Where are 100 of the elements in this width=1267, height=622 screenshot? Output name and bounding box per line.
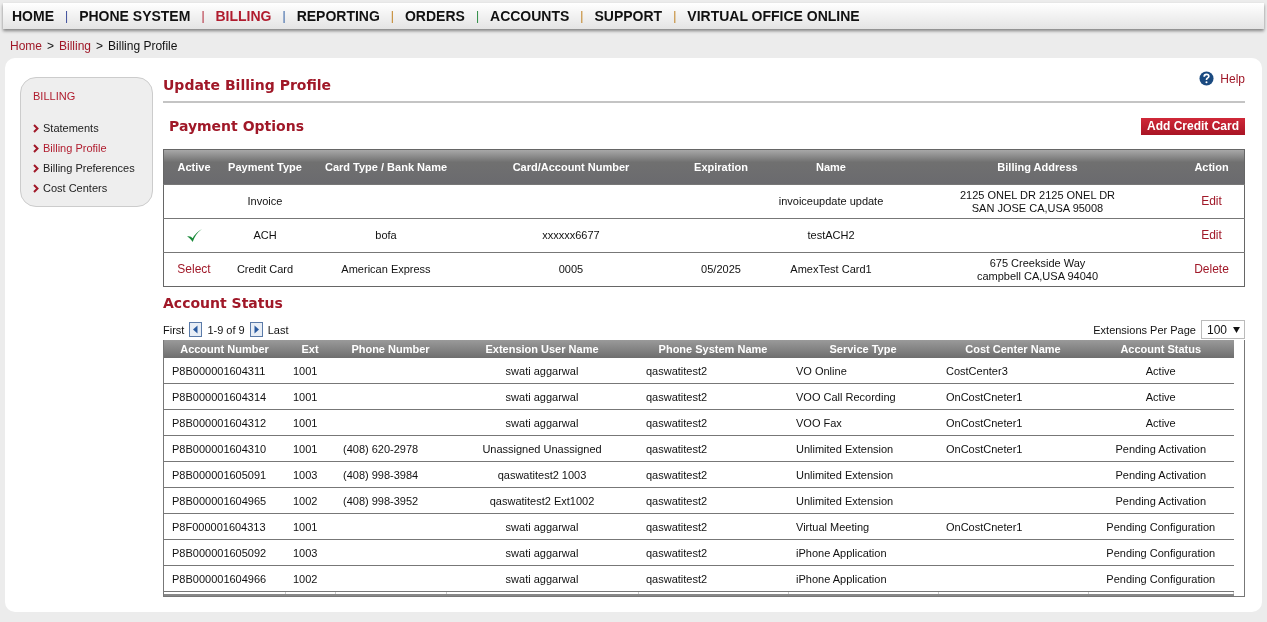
previous-page-icon[interactable] bbox=[189, 322, 203, 337]
address-line: campbell CA,USA 94040 bbox=[976, 269, 1099, 282]
address-line: 675 Creekside Way bbox=[989, 256, 1086, 269]
per-page-label: Extensions Per Page bbox=[1093, 323, 1196, 336]
column-header: Card/Account Number bbox=[512, 161, 630, 173]
column-header: Ext bbox=[301, 343, 319, 355]
table-cell: P8B000001604314 bbox=[172, 390, 267, 403]
nav-separator: | bbox=[580, 9, 584, 23]
page-title: Update Billing Profile bbox=[163, 77, 332, 93]
table-cell: 1003 bbox=[293, 546, 318, 559]
sidebar-title: BILLING bbox=[33, 90, 77, 102]
table-cell: 1003 bbox=[293, 468, 318, 481]
select-link[interactable]: Select bbox=[177, 261, 211, 276]
table-cell: 05/2025 bbox=[701, 263, 741, 276]
table-cell: 1002 bbox=[293, 494, 318, 507]
action-link[interactable]: Delete bbox=[1194, 261, 1229, 276]
per-page-dropdown[interactable]: 100 bbox=[1200, 320, 1245, 339]
table-cell: Pending Configuration bbox=[1106, 572, 1216, 585]
table-cell: OnCostCneter1 bbox=[946, 390, 1023, 403]
nav-item[interactable]: ACCOUNTS bbox=[490, 8, 570, 24]
table-cell: American Express bbox=[341, 263, 431, 276]
nav-item[interactable]: SUPPORT bbox=[594, 8, 663, 24]
breadcrumb-separator: > bbox=[96, 39, 104, 50]
table-cell: P8B000001604310 bbox=[172, 442, 267, 455]
caret-icon bbox=[1233, 326, 1240, 333]
add-credit-card-button[interactable]: Add Credit Card bbox=[1141, 117, 1245, 135]
sidebar-item[interactable]: Cost Centers bbox=[43, 182, 108, 194]
address-line: 2125 ONEL DR 2125 ONEL DR bbox=[959, 188, 1116, 201]
sidebar-item[interactable]: Billing Profile bbox=[43, 142, 107, 154]
next-page-icon[interactable] bbox=[249, 322, 263, 337]
column-header: Active bbox=[177, 161, 211, 173]
table-cell: xxxxxx6677 bbox=[542, 229, 600, 242]
nav-item[interactable]: ORDERS bbox=[405, 8, 465, 24]
column-header: Extension User Name bbox=[485, 343, 599, 355]
table-cell: testACH2 bbox=[807, 229, 855, 242]
column-header: Action bbox=[1194, 161, 1229, 173]
nav-item[interactable]: PHONE SYSTEM bbox=[79, 8, 191, 24]
action-link[interactable]: Edit bbox=[1201, 193, 1222, 208]
table-cell: qaswatitest2 bbox=[646, 442, 708, 455]
table-cell: VO Online bbox=[796, 364, 847, 377]
table-cell: qaswatitest2 bbox=[646, 364, 708, 377]
table-cell: (408) 998-3984 bbox=[343, 468, 419, 481]
table-cell: qaswatitest2 bbox=[646, 468, 708, 481]
table-cell: Active bbox=[1145, 364, 1176, 377]
nav-separator: | bbox=[673, 9, 677, 23]
table-cell: Unlimited Extension bbox=[796, 442, 894, 455]
table-cell: qaswatitest2 1003 bbox=[497, 468, 587, 481]
nav-separator: | bbox=[65, 9, 69, 23]
table-cell: swati aggarwal bbox=[505, 572, 579, 585]
table-cell: OnCostCneter1 bbox=[946, 442, 1023, 455]
table-cell: Active bbox=[1145, 416, 1176, 429]
table-cell: P8F000001604313 bbox=[172, 520, 266, 533]
table-cell: qaswatitest2 bbox=[646, 494, 708, 507]
column-header: Service Type bbox=[829, 343, 897, 355]
table-cell: iPhone Application bbox=[796, 572, 887, 585]
action-link[interactable]: Edit bbox=[1201, 227, 1222, 242]
table-cell: swati aggarwal bbox=[505, 416, 579, 429]
sidebar-item[interactable]: Statements bbox=[43, 122, 99, 134]
help-icon[interactable] bbox=[1199, 71, 1215, 86]
table-cell: Pending Activation bbox=[1115, 494, 1206, 507]
table-cell: bofa bbox=[375, 229, 397, 242]
table-cell: iPhone Application bbox=[796, 546, 887, 559]
nav-item[interactable]: VIRTUAL OFFICE ONLINE bbox=[687, 8, 860, 24]
page-range: 1-9 of 9 bbox=[207, 323, 245, 336]
table-cell: Unassigned Unassigned bbox=[482, 442, 602, 455]
table-cell: P8B000001604312 bbox=[172, 416, 267, 429]
table-cell: swati aggarwal bbox=[505, 364, 579, 377]
table-cell: (408) 998-3952 bbox=[343, 494, 419, 507]
table-cell: 1002 bbox=[293, 572, 318, 585]
table-cell: swati aggarwal bbox=[505, 390, 579, 403]
address-line: SAN JOSE CA,USA 95008 bbox=[971, 201, 1104, 214]
table-cell: 1001 bbox=[293, 364, 318, 377]
breadcrumb-link[interactable]: Home bbox=[10, 39, 42, 50]
column-header: Account Number bbox=[180, 343, 269, 355]
table-cell: P8B000001605092 bbox=[172, 546, 267, 559]
table-cell: Pending Configuration bbox=[1106, 520, 1216, 533]
table-cell: invoiceupdate update bbox=[778, 195, 884, 208]
column-header: Card Type / Bank Name bbox=[324, 161, 448, 173]
help-link[interactable]: Help bbox=[1220, 71, 1245, 86]
column-header: Phone System Name bbox=[658, 343, 768, 355]
last-link[interactable]: Last bbox=[267, 323, 289, 336]
table-cell: OnCostCneter1 bbox=[946, 416, 1023, 429]
table-cell: OnCostCneter1 bbox=[946, 520, 1023, 533]
section-title: Payment Options bbox=[168, 118, 304, 134]
column-header: Payment Type bbox=[228, 161, 302, 173]
table-cell: qaswatitest2 bbox=[646, 390, 708, 403]
table-cell: Credit Card bbox=[236, 263, 294, 276]
column-header: Name bbox=[816, 161, 846, 173]
sidebar-item[interactable]: Billing Preferences bbox=[43, 162, 135, 174]
nav-item[interactable]: REPORTING bbox=[296, 8, 380, 24]
table-cell: Pending Activation bbox=[1115, 442, 1206, 455]
nav-item[interactable]: BILLING bbox=[215, 8, 272, 24]
nav-item[interactable]: HOME bbox=[12, 8, 54, 24]
nav-separator: | bbox=[390, 9, 394, 23]
table-cell: CostCenter3 bbox=[946, 364, 1008, 377]
table-cell: AmexTest Card1 bbox=[790, 263, 872, 276]
table-cell: Pending Configuration bbox=[1106, 546, 1216, 559]
column-header: Expiration bbox=[694, 161, 748, 173]
table-cell: qaswatitest2 Ext1002 bbox=[489, 494, 595, 507]
first-link[interactable]: First bbox=[163, 323, 185, 336]
